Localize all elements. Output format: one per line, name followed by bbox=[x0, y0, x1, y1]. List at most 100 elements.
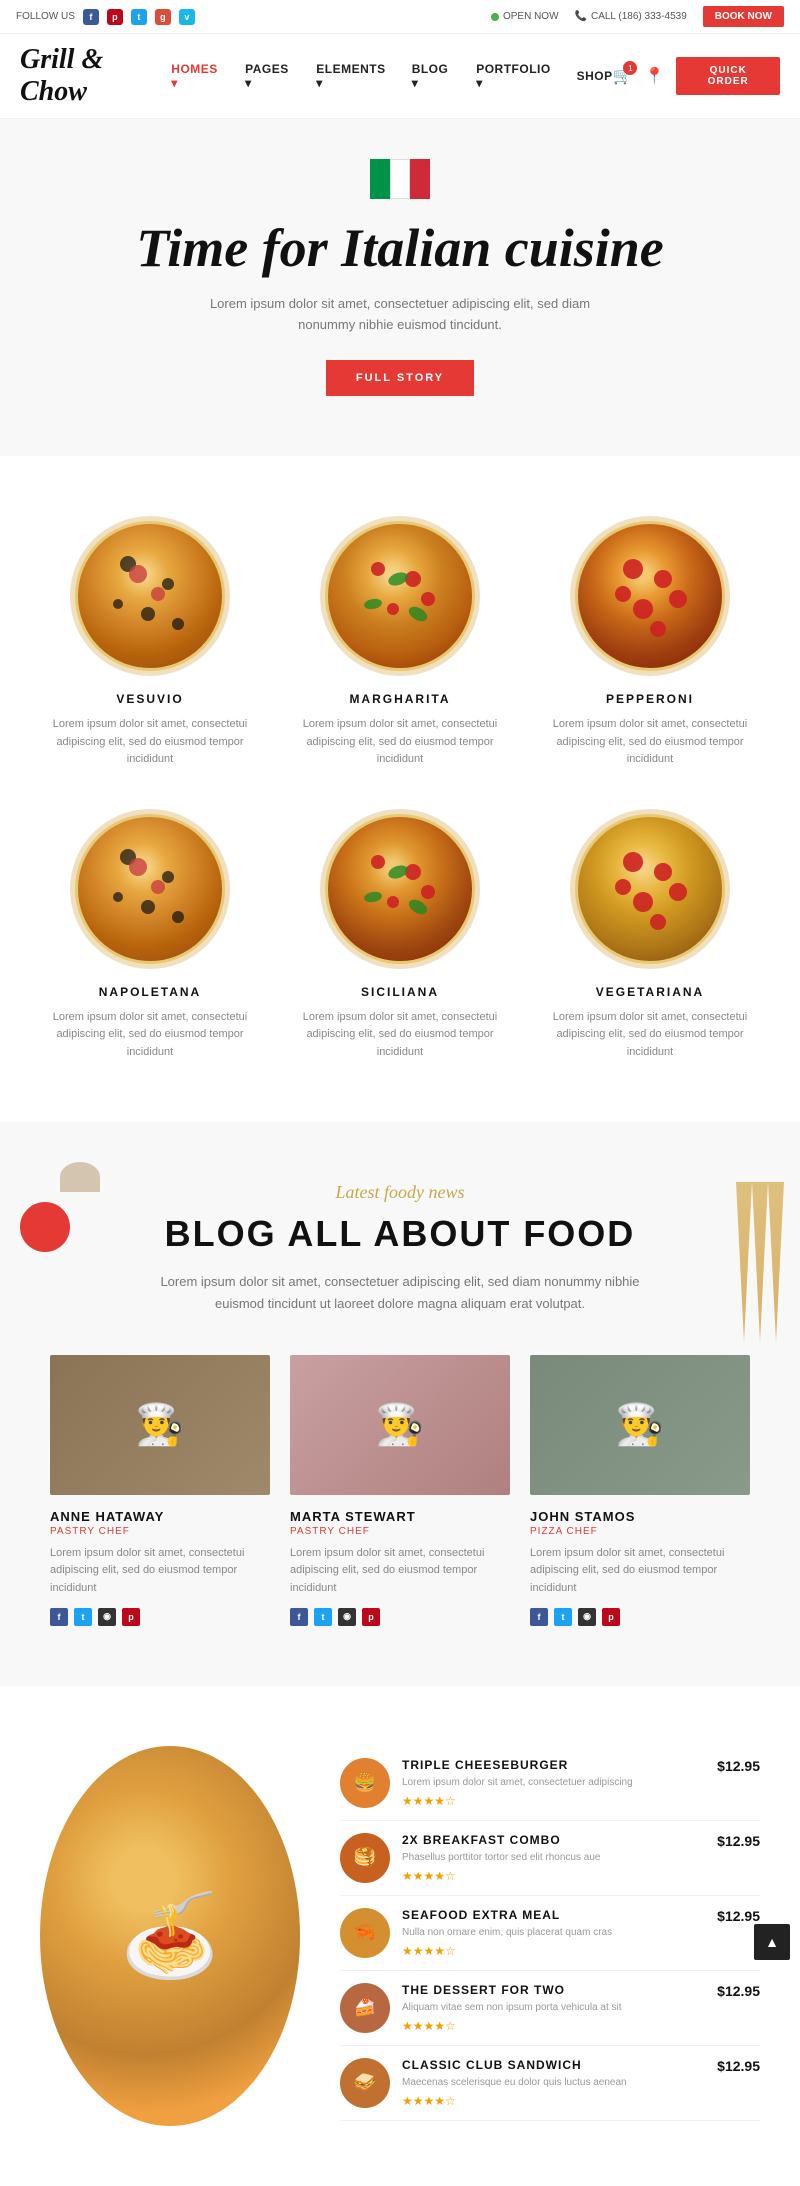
chef-social-icon-2[interactable]: ◉ bbox=[338, 1608, 356, 1626]
pizza-desc-pepperoni: Lorem ipsum dolor sit amet, consectetui … bbox=[540, 716, 760, 769]
pizza-toppings bbox=[78, 817, 225, 964]
logo[interactable]: Grill & Chow bbox=[20, 44, 171, 108]
facebook-icon[interactable]: f bbox=[83, 9, 99, 25]
blog-label: Latest foody news bbox=[20, 1182, 780, 1203]
chef-social-icon-2[interactable]: ◉ bbox=[578, 1608, 596, 1626]
menu-section: 🍝 🍔 TRIPLE CHEESEBURGER Lorem ipsum dolo… bbox=[0, 1686, 800, 2186]
menu-item-desc-4: Maecenas scelerisque eu dolor quis luctu… bbox=[402, 2075, 705, 2090]
pizza-item-vesuvio: VESUVIO Lorem ipsum dolor sit amet, cons… bbox=[40, 516, 260, 769]
menu-food-image: 🍝 bbox=[40, 1746, 300, 2126]
menu-item-stars-3: ★★★★☆ bbox=[402, 2019, 705, 2033]
chef-social-icon-0[interactable]: f bbox=[530, 1608, 548, 1626]
quick-order-button[interactable]: QUICK ORDER bbox=[676, 57, 780, 95]
chef-desc-0: Lorem ipsum dolor sit amet, consectetui … bbox=[50, 1545, 270, 1598]
pizza-toppings bbox=[578, 524, 725, 671]
menu-list: 🍔 TRIPLE CHEESEBURGER Lorem ipsum dolor … bbox=[340, 1746, 760, 2121]
chef-social-icon-3[interactable]: p bbox=[602, 1608, 620, 1626]
menu-item-name-0: TRIPLE CHEESEBURGER bbox=[402, 1758, 705, 1772]
nav-shop[interactable]: SHOP bbox=[577, 69, 613, 83]
chef-card-1: 👨‍🍳 MARTA STEWART PASTRY CHEF Lorem ipsu… bbox=[290, 1355, 510, 1626]
chef-avatar-0: 👨‍🍳 bbox=[50, 1355, 270, 1495]
menu-item-info-2: SEAFOOD EXTRA MEAL Nulla non ornare enim… bbox=[402, 1908, 705, 1958]
hero-section: Time for Italian cuisine Lorem ipsum dol… bbox=[0, 119, 800, 456]
chef-social-icon-3[interactable]: p bbox=[122, 1608, 140, 1626]
menu-item-desc-0: Lorem ipsum dolor sit amet, consectetuer… bbox=[402, 1775, 705, 1790]
menu-item-info-3: THE DESSERT FOR TWO Aliquam vitae sem no… bbox=[402, 1983, 705, 2033]
menu-item-img-0: 🍔 bbox=[340, 1758, 390, 1808]
location-icon[interactable]: 📍 bbox=[644, 66, 664, 86]
book-now-button[interactable]: BOOK NOW bbox=[703, 6, 784, 27]
nav-elements[interactable]: ELEMENTS ▾ bbox=[316, 62, 391, 90]
chef-social-icon-1[interactable]: t bbox=[74, 1608, 92, 1626]
chef-social-icon-1[interactable]: t bbox=[314, 1608, 332, 1626]
chef-role-1: PASTRY CHEF bbox=[290, 1526, 510, 1537]
flag-white bbox=[390, 159, 410, 199]
pizza-image-siciliana bbox=[320, 809, 480, 969]
nav-blog[interactable]: BLOG ▾ bbox=[412, 62, 457, 90]
chef-social-1: ft ◉ p bbox=[290, 1608, 510, 1626]
menu-item-stars-2: ★★★★☆ bbox=[402, 1944, 705, 1958]
vimeo-icon[interactable]: v bbox=[179, 9, 195, 25]
menu-item-stars-4: ★★★★☆ bbox=[402, 2094, 705, 2108]
italian-flag bbox=[20, 159, 780, 199]
scroll-top-button[interactable]: ▲ bbox=[754, 1924, 790, 1960]
chef-desc-2: Lorem ipsum dolor sit amet, consectetui … bbox=[530, 1545, 750, 1598]
menu-item-price-4: $12.95 bbox=[717, 2058, 760, 2074]
chef-avatar-2: 👨‍🍳 bbox=[530, 1355, 750, 1495]
chef-social-icon-2[interactable]: ◉ bbox=[98, 1608, 116, 1626]
pizza-name-vesuvio: VESUVIO bbox=[40, 692, 260, 706]
pizza-name-siciliana: SICILIANA bbox=[290, 985, 510, 999]
menu-item-img-4: 🥪 bbox=[340, 2058, 390, 2108]
open-dot bbox=[491, 13, 499, 21]
deco-mushroom bbox=[60, 1162, 100, 1192]
cart-icon[interactable]: 🛒 1 bbox=[613, 66, 633, 86]
pizza-section: VESUVIO Lorem ipsum dolor sit amet, cons… bbox=[0, 456, 800, 1122]
nav-pages[interactable]: PAGES ▾ bbox=[245, 62, 296, 90]
menu-item-stars-0: ★★★★☆ bbox=[402, 1794, 705, 1808]
phone-number: 📞 CALL (186) 333-4539 bbox=[575, 11, 687, 22]
main-nav: Grill & Chow HOMES ▾ PAGES ▾ ELEMENTS ▾ … bbox=[0, 34, 800, 119]
twitter-icon[interactable]: t bbox=[131, 9, 147, 25]
menu-item-3: 🍰 THE DESSERT FOR TWO Aliquam vitae sem … bbox=[340, 1971, 760, 2046]
hero-subtitle: Lorem ipsum dolor sit amet, consectetuer… bbox=[200, 294, 600, 336]
menu-item-info-4: CLASSIC CLUB SANDWICH Maecenas scelerisq… bbox=[402, 2058, 705, 2108]
pizza-desc-margherita: Lorem ipsum dolor sit amet, consectetui … bbox=[290, 716, 510, 769]
menu-item-price-0: $12.95 bbox=[717, 1758, 760, 1774]
menu-item-2: 🦐 SEAFOOD EXTRA MEAL Nulla non ornare en… bbox=[340, 1896, 760, 1971]
chef-photo-0: 👨‍🍳 bbox=[50, 1355, 270, 1495]
flag bbox=[370, 159, 430, 199]
chef-card-2: 👨‍🍳 JOHN STAMOS PIZZA CHEF Lorem ipsum d… bbox=[530, 1355, 750, 1626]
menu-item-img-1: 🥞 bbox=[340, 1833, 390, 1883]
pizza-item-vegetariana: VEGETARIANA Lorem ipsum dolor sit amet, … bbox=[540, 809, 760, 1062]
pizza-desc-napoletana: Lorem ipsum dolor sit amet, consectetui … bbox=[40, 1009, 260, 1062]
menu-item-desc-1: Phasellus porttitor tortor sed elit rhon… bbox=[402, 1850, 705, 1865]
pizza-name-pepperoni: PEPPERONI bbox=[540, 692, 760, 706]
chef-avatar-1: 👨‍🍳 bbox=[290, 1355, 510, 1495]
pizza-item-siciliana: SICILIANA Lorem ipsum dolor sit amet, co… bbox=[290, 809, 510, 1062]
pizza-toppings bbox=[328, 524, 475, 671]
chef-desc-1: Lorem ipsum dolor sit amet, consectetui … bbox=[290, 1545, 510, 1598]
nav-homes[interactable]: HOMES ▾ bbox=[171, 62, 225, 90]
pizza-image-pepperoni bbox=[570, 516, 730, 676]
menu-item-img-3: 🍰 bbox=[340, 1983, 390, 2033]
pizza-desc-vegetariana: Lorem ipsum dolor sit amet, consectetui … bbox=[540, 1009, 760, 1062]
deco-pasta bbox=[720, 1182, 800, 1342]
blog-title: BLOG ALL ABOUT FOOD bbox=[20, 1213, 780, 1255]
pizza-item-pepperoni: PEPPERONI Lorem ipsum dolor sit amet, co… bbox=[540, 516, 760, 769]
full-story-button[interactable]: FULL STORY bbox=[326, 360, 474, 396]
chef-social-icon-3[interactable]: p bbox=[362, 1608, 380, 1626]
googleplus-icon[interactable]: g bbox=[155, 9, 171, 25]
chef-social-icon-0[interactable]: f bbox=[290, 1608, 308, 1626]
menu-item-1: 🥞 2X BREAKFAST COMBO Phasellus porttitor… bbox=[340, 1821, 760, 1896]
nav-portfolio[interactable]: PORTFOLIO ▾ bbox=[476, 62, 556, 90]
menu-item-price-3: $12.95 bbox=[717, 1983, 760, 1999]
blog-section: Latest foody news BLOG ALL ABOUT FOOD Lo… bbox=[0, 1122, 800, 1686]
menu-item-desc-2: Nulla non ornare enim, quis placerat qua… bbox=[402, 1925, 705, 1940]
menu-item-price-2: $12.95 bbox=[717, 1908, 760, 1924]
pizza-toppings bbox=[328, 817, 475, 964]
chef-social-icon-0[interactable]: f bbox=[50, 1608, 68, 1626]
chef-social-icon-1[interactable]: t bbox=[554, 1608, 572, 1626]
pinterest-icon[interactable]: p bbox=[107, 9, 123, 25]
chef-photo-1: 👨‍🍳 bbox=[290, 1355, 510, 1495]
chef-social-0: ft ◉ p bbox=[50, 1608, 270, 1626]
